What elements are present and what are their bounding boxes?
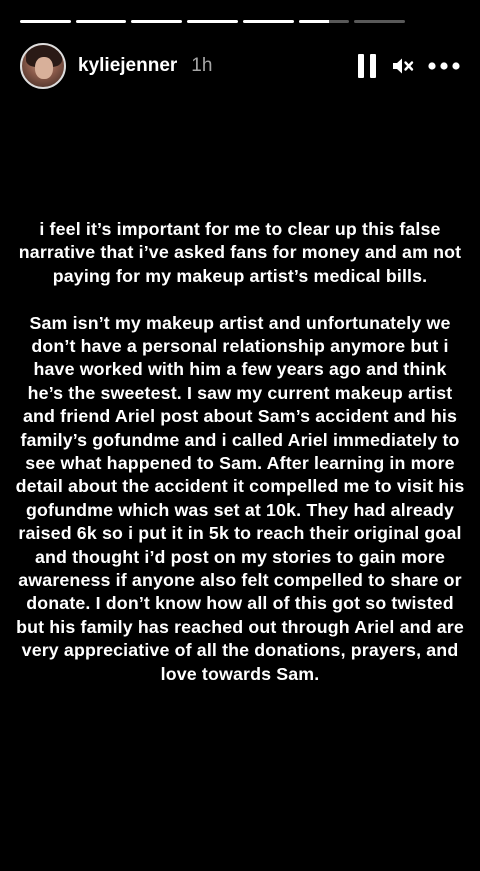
story-text: i feel it’s important for me to clear up… [14, 218, 466, 710]
username[interactable]: kyliejenner [78, 55, 177, 77]
avatar[interactable] [20, 43, 66, 89]
pause-icon[interactable] [358, 54, 376, 78]
progress-segment [242, 20, 294, 23]
progress-segment [20, 20, 71, 23]
story-header: kyliejenner 1h [20, 42, 460, 90]
more-icon[interactable] [428, 61, 460, 71]
progress-segment [354, 20, 406, 23]
story-paragraph-2: Sam isn’t my makeup artist and unfortuna… [15, 312, 465, 684]
story-progress-bar [20, 20, 406, 23]
progress-segment [298, 20, 350, 23]
progress-segment [75, 20, 127, 23]
progress-segment [131, 20, 183, 23]
progress-segment [187, 20, 238, 23]
timestamp: 1h [191, 55, 213, 76]
mute-icon[interactable] [390, 54, 414, 78]
story-controls [358, 54, 460, 78]
story-paragraph-1: i feel it’s important for me to clear up… [18, 219, 462, 286]
